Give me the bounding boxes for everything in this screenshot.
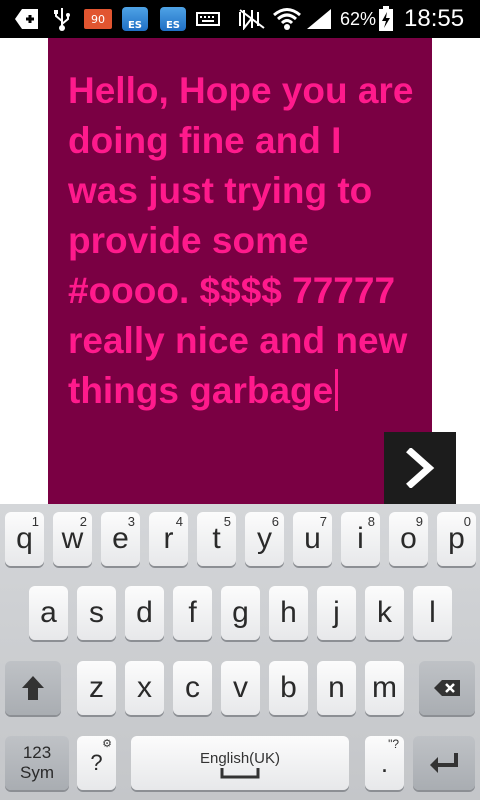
chevron-right-icon: [406, 448, 435, 488]
symbols-key[interactable]: 123 Sym: [5, 736, 69, 790]
key-z[interactable]: z: [77, 661, 116, 715]
backspace-key[interactable]: [419, 661, 475, 715]
mute-vibrate-icon: [238, 8, 266, 30]
key-o[interactable]: 9o: [389, 512, 428, 566]
es-file-explorer-icon-2: ES: [160, 7, 186, 31]
notification-badge: 90: [84, 9, 112, 29]
key-n[interactable]: n: [317, 661, 356, 715]
key-h[interactable]: h: [269, 586, 308, 640]
es-file-explorer-icon: ES: [122, 7, 148, 31]
key-q[interactable]: 1q: [5, 512, 44, 566]
key-p[interactable]: 0p: [437, 512, 476, 566]
space-bar-icon: [220, 767, 260, 778]
key-j[interactable]: j: [317, 586, 356, 640]
key-u[interactable]: 7u: [293, 512, 332, 566]
enter-icon: [430, 753, 458, 773]
clock: 18:55: [404, 5, 465, 32]
status-bar: 90 ES ES 62% 18:55: [0, 0, 480, 38]
shift-key[interactable]: [5, 661, 61, 715]
key-a[interactable]: a: [29, 586, 68, 640]
add-icon: [14, 8, 40, 30]
key-w[interactable]: 2w: [53, 512, 92, 566]
battery-charging-icon: [378, 6, 394, 31]
key-i[interactable]: 8i: [341, 512, 380, 566]
shift-arrow-icon: [22, 676, 44, 700]
key-s[interactable]: s: [77, 586, 116, 640]
key-m[interactable]: m: [365, 661, 404, 715]
wifi-icon: [272, 8, 302, 30]
key-l[interactable]: l: [413, 586, 452, 640]
enter-key[interactable]: [413, 736, 475, 790]
question-key[interactable]: ⚙ ?: [77, 736, 116, 790]
key-v[interactable]: v: [221, 661, 260, 715]
key-c[interactable]: c: [173, 661, 212, 715]
battery-percent: 62%: [340, 8, 377, 29]
note-text-field[interactable]: Hello, Hope you are doing fine and I was…: [68, 66, 418, 416]
key-r[interactable]: 4r: [149, 512, 188, 566]
key-f[interactable]: f: [173, 586, 212, 640]
text-cursor: [335, 369, 339, 411]
key-k[interactable]: k: [365, 586, 404, 640]
backspace-icon: [434, 680, 460, 696]
note-card: Hello, Hope you are doing fine and I was…: [48, 38, 432, 504]
key-x[interactable]: x: [125, 661, 164, 715]
space-key[interactable]: English(UK): [131, 736, 349, 790]
key-g[interactable]: g: [221, 586, 260, 640]
key-d[interactable]: d: [125, 586, 164, 640]
signal-icon: [306, 8, 332, 30]
next-button[interactable]: [384, 432, 456, 504]
key-t[interactable]: 5t: [197, 512, 236, 566]
space-language-label: English(UK): [199, 749, 281, 767]
key-e[interactable]: 3e: [101, 512, 140, 566]
key-y[interactable]: 6y: [245, 512, 284, 566]
period-key[interactable]: "? .: [365, 736, 404, 790]
usb-icon: [52, 8, 72, 31]
keyboard-icon: [196, 8, 220, 30]
settings-icon: ⚙: [102, 738, 112, 750]
key-b[interactable]: b: [269, 661, 308, 715]
note-text: Hello, Hope you are doing fine and I was…: [68, 70, 414, 411]
on-screen-keyboard: 1q 2w 3e 4r 5t 6y 7u 8i 9o 0p a s d f g …: [0, 504, 480, 800]
